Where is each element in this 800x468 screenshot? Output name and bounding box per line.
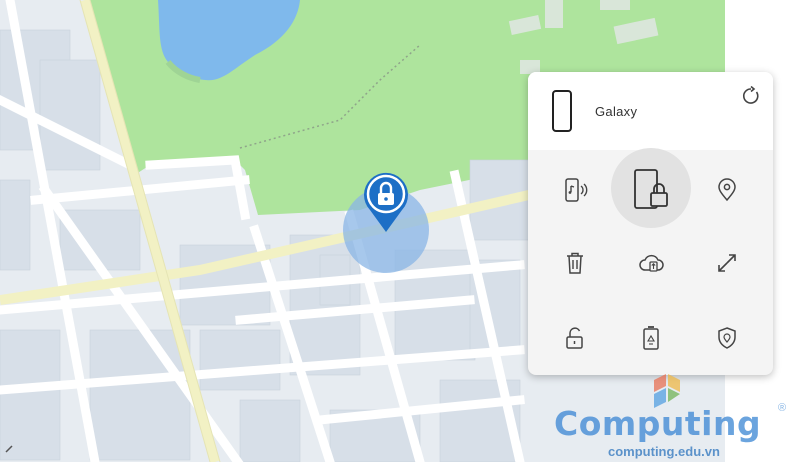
watermark-url: computing.edu.vn bbox=[608, 444, 720, 459]
unlock-button[interactable] bbox=[534, 300, 616, 375]
action-grid bbox=[528, 148, 773, 375]
phone-icon bbox=[552, 90, 572, 132]
retrieve-data-button[interactable] bbox=[686, 225, 768, 300]
location-pin-icon bbox=[718, 177, 736, 201]
device-action-panel: Galaxy bbox=[528, 72, 773, 375]
phone-ring-icon bbox=[565, 177, 588, 202]
watermark-title: Computing bbox=[554, 404, 762, 443]
watermark-registered-mark: ® bbox=[778, 402, 787, 414]
refresh-icon[interactable] bbox=[741, 86, 761, 106]
shield-pin-icon bbox=[718, 326, 736, 349]
battery-recycle-icon bbox=[643, 325, 659, 350]
extend-battery-button[interactable] bbox=[610, 300, 692, 375]
retrieve-arrows-icon bbox=[718, 253, 736, 272]
device-header: Galaxy bbox=[528, 72, 773, 150]
device-name: Galaxy bbox=[595, 104, 638, 119]
erase-data-button[interactable] bbox=[534, 225, 616, 300]
watermark: Computing ® computing.edu.vn bbox=[548, 366, 798, 466]
find-my-mobile-screen: Galaxy Computing ® computing.edu.vn bbox=[0, 0, 800, 468]
phone-lock-icon bbox=[634, 168, 668, 209]
cloud-backup-icon bbox=[639, 254, 664, 272]
trash-icon bbox=[567, 252, 583, 274]
ring-button[interactable] bbox=[534, 152, 616, 227]
track-location-button[interactable] bbox=[686, 152, 768, 227]
lock-button[interactable] bbox=[610, 148, 692, 228]
back-up-button[interactable] bbox=[610, 225, 692, 300]
unlock-padlock-icon bbox=[566, 326, 583, 349]
guardians-button[interactable] bbox=[686, 300, 768, 375]
